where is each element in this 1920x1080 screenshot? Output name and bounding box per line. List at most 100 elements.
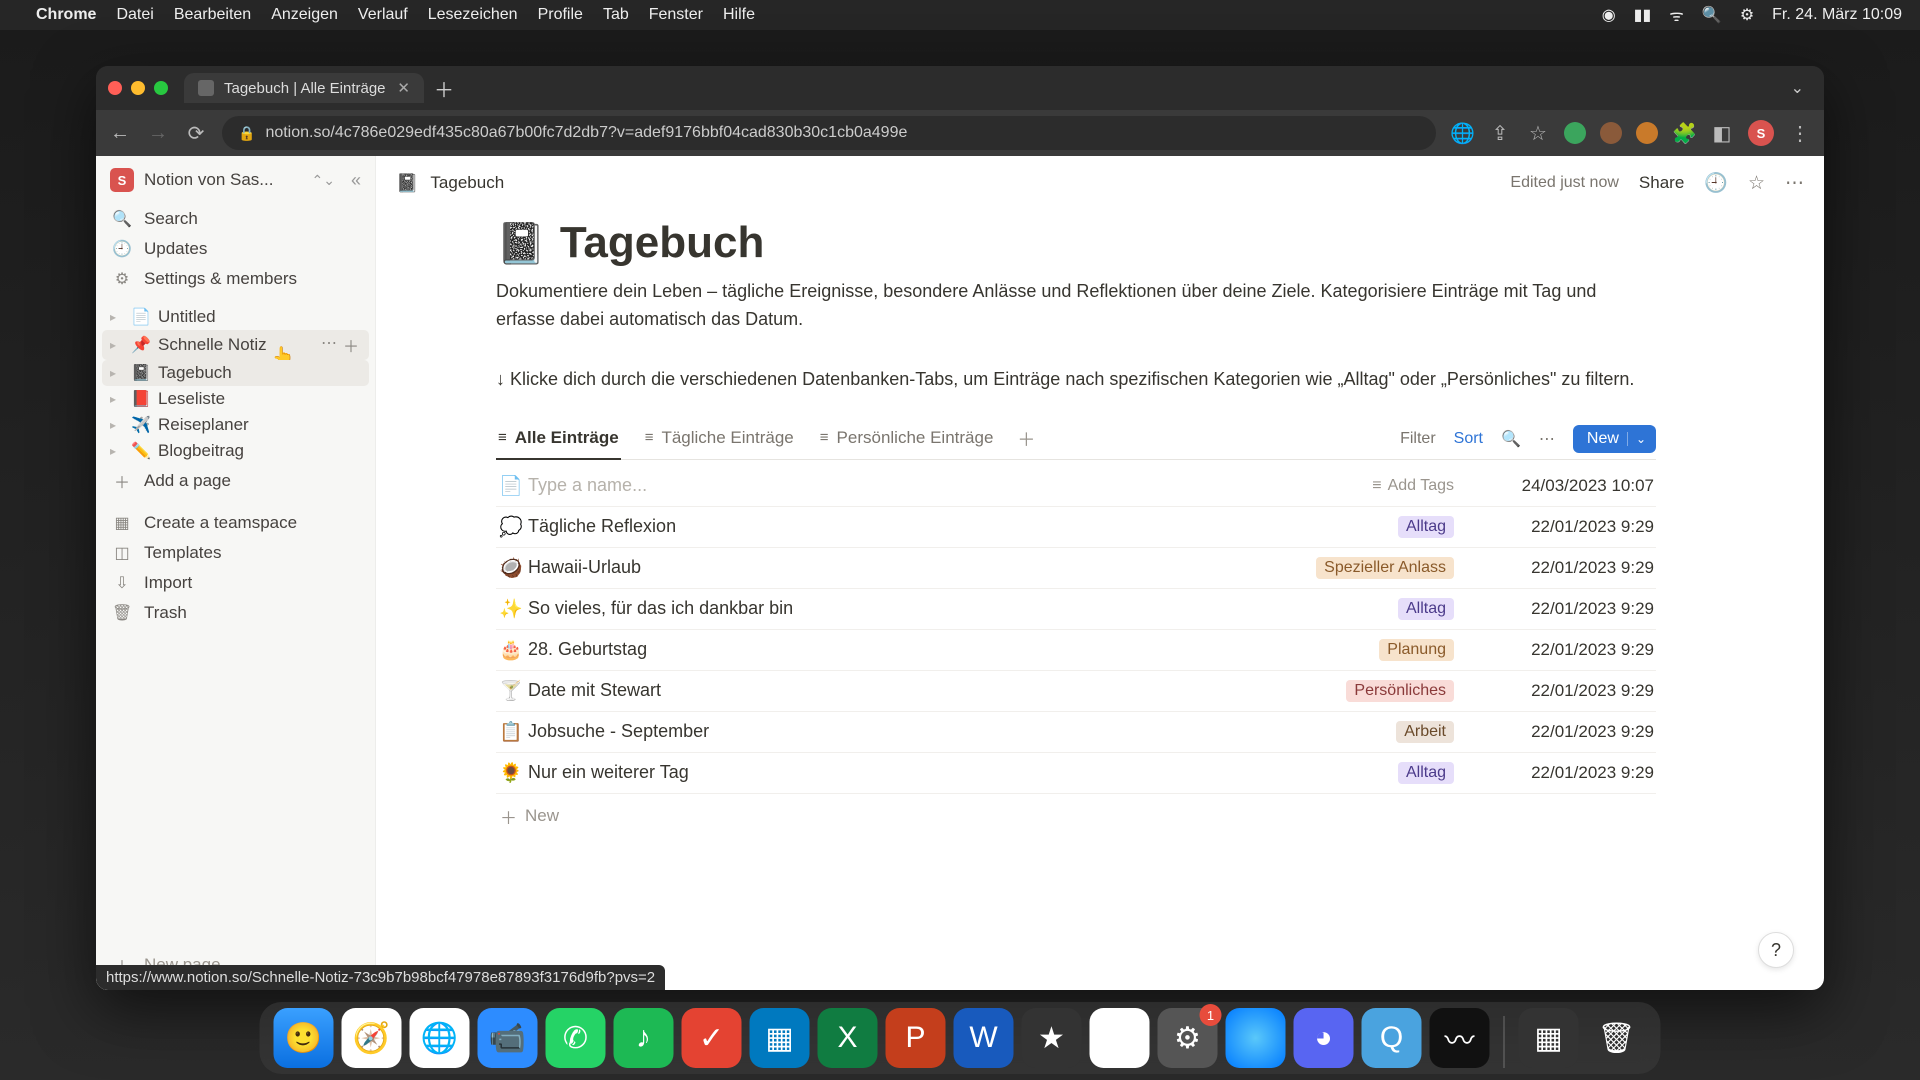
chrome-menu-icon[interactable]: ⋮: [1788, 121, 1812, 146]
more-icon[interactable]: ⋯: [321, 333, 337, 357]
extension-2-icon[interactable]: [1600, 122, 1622, 144]
dock-drive[interactable]: △: [1090, 1008, 1150, 1068]
clock-icon[interactable]: 🕘: [1704, 171, 1728, 195]
database-view-tab[interactable]: ≡Tägliche Einträge: [643, 420, 796, 460]
new-tab-button[interactable]: ＋: [434, 74, 454, 103]
sidebar-import[interactable]: ⇩Import: [96, 568, 375, 598]
forward-button[interactable]: →: [146, 122, 170, 145]
menubar-app[interactable]: Chrome: [36, 6, 96, 24]
dock-excel[interactable]: X: [818, 1008, 878, 1068]
tab-overflow-icon[interactable]: ⌄: [1791, 78, 1812, 98]
dock-trash[interactable]: 🗑: [1587, 1008, 1647, 1068]
dock-finder[interactable]: 🙂: [274, 1008, 334, 1068]
address-bar[interactable]: 🔒 notion.so/4c786e029edf435c80a67b00fc7d…: [222, 116, 1436, 150]
new-row-button[interactable]: ＋ New: [496, 794, 1656, 839]
more-db-icon[interactable]: ⋯: [1539, 429, 1555, 449]
add-tags-button[interactable]: ≡Add Tags: [1372, 477, 1454, 495]
dock-app-1[interactable]: [1226, 1008, 1286, 1068]
menu-lesezeichen[interactable]: Lesezeichen: [428, 6, 518, 24]
dock-imovie[interactable]: ★: [1022, 1008, 1082, 1068]
menu-verlauf[interactable]: Verlauf: [358, 6, 408, 24]
table-row[interactable]: 🍸 Date mit Stewart Persönliches 22/01/20…: [496, 671, 1656, 712]
filter-button[interactable]: Filter: [1400, 430, 1436, 448]
table-row[interactable]: 📋 Jobsuche - September Arbeit 22/01/2023…: [496, 712, 1656, 753]
tab-close-icon[interactable]: ✕: [397, 79, 410, 97]
minimize-window-button[interactable]: [131, 81, 145, 95]
dock-settings[interactable]: ⚙1: [1158, 1008, 1218, 1068]
collapse-sidebar-icon[interactable]: «: [351, 170, 361, 191]
profile-avatar[interactable]: S: [1748, 120, 1774, 146]
help-button[interactable]: ?: [1758, 932, 1794, 968]
reload-button[interactable]: ⟳: [184, 121, 208, 146]
menu-bearbeiten[interactable]: Bearbeiten: [174, 6, 251, 24]
menu-hilfe[interactable]: Hilfe: [723, 6, 755, 24]
sidebar-page-item[interactable]: ▸ 📌 Schnelle Notiz ⋯＋👆: [102, 330, 369, 360]
browser-tab[interactable]: Tagebuch | Alle Einträge ✕: [184, 73, 424, 103]
battery-icon[interactable]: ▮▮: [1634, 5, 1652, 25]
menubar-clock[interactable]: Fr. 24. März 10:09: [1772, 6, 1902, 24]
dock-todoist[interactable]: ✓: [682, 1008, 742, 1068]
share-button[interactable]: Share: [1639, 173, 1684, 193]
database-view-tab[interactable]: ≡Alle Einträge: [496, 420, 621, 460]
star-icon[interactable]: ☆: [1748, 172, 1765, 195]
menu-datei[interactable]: Datei: [116, 6, 153, 24]
chevron-right-icon[interactable]: ▸: [110, 392, 124, 406]
sidebar-page-item[interactable]: ▸ ✏️ Blogbeitrag ⋯＋: [102, 438, 369, 464]
more-icon[interactable]: ⋯: [1785, 172, 1804, 195]
breadcrumb[interactable]: Tagebuch: [430, 173, 504, 193]
sort-button[interactable]: Sort: [1454, 430, 1483, 448]
extension-1-icon[interactable]: [1564, 122, 1586, 144]
row-title[interactable]: Jobsuche - September: [524, 721, 1284, 742]
tag-badge[interactable]: Alltag: [1398, 598, 1454, 620]
table-row[interactable]: ✨ So vieles, für das ich dankbar bin All…: [496, 589, 1656, 630]
menu-anzeigen[interactable]: Anzeigen: [271, 6, 338, 24]
sidebar-trash[interactable]: 🗑Trash: [96, 598, 375, 628]
share-icon[interactable]: ⇪: [1488, 121, 1512, 146]
chevron-down-icon[interactable]: ⌄: [1627, 432, 1646, 446]
row-title[interactable]: Date mit Stewart: [524, 680, 1284, 701]
menu-profile[interactable]: Profile: [538, 6, 583, 24]
dock-zoom[interactable]: 📹: [478, 1008, 538, 1068]
row-title[interactable]: Hawaii-Urlaub: [524, 557, 1284, 578]
dock-word[interactable]: W: [954, 1008, 1014, 1068]
tag-badge[interactable]: Alltag: [1398, 516, 1454, 538]
menu-fenster[interactable]: Fenster: [649, 6, 703, 24]
row-title[interactable]: So vieles, für das ich dankbar bin: [524, 598, 1284, 619]
chevron-right-icon[interactable]: ▸: [110, 366, 124, 380]
translate-icon[interactable]: 🌐: [1450, 121, 1474, 146]
close-window-button[interactable]: [108, 81, 122, 95]
dock-discord[interactable]: ◕: [1294, 1008, 1354, 1068]
dock-whatsapp[interactable]: ✆: [546, 1008, 606, 1068]
wifi-icon[interactable]: ᯤ: [1669, 4, 1684, 26]
sidebar-templates[interactable]: ◫Templates: [96, 538, 375, 568]
page-description-1[interactable]: Dokumentiere dein Leben – tägliche Ereig…: [496, 278, 1656, 334]
tag-badge[interactable]: Arbeit: [1396, 721, 1454, 743]
chevron-right-icon[interactable]: ▸: [110, 444, 124, 458]
new-entry-button[interactable]: New ⌄: [1573, 425, 1656, 453]
dock-chrome[interactable]: 🌐: [410, 1008, 470, 1068]
tag-badge[interactable]: Planung: [1379, 639, 1454, 661]
sidebar-page-item[interactable]: ▸ 📕 Leseliste ⋯＋: [102, 386, 369, 412]
chevron-right-icon[interactable]: ▸: [110, 338, 124, 352]
screenrecord-icon[interactable]: ◉: [1602, 5, 1616, 25]
database-view-tab[interactable]: ≡Persönliche Einträge: [818, 420, 996, 460]
dock-spotify[interactable]: ♪: [614, 1008, 674, 1068]
page-description-2[interactable]: ↓ Klicke dich durch die verschiedenen Da…: [496, 366, 1656, 394]
tag-badge[interactable]: Persönliches: [1346, 680, 1454, 702]
sidebar-add-page[interactable]: ＋Add a page: [96, 464, 375, 498]
sidebar-page-item[interactable]: ▸ 📓 Tagebuch ⋯＋: [102, 360, 369, 386]
dock-voice[interactable]: 〰: [1430, 1008, 1490, 1068]
sidepanel-icon[interactable]: ◧: [1710, 121, 1734, 146]
page-title[interactable]: Tagebuch: [560, 218, 765, 268]
control-center-icon[interactable]: ⚙: [1740, 5, 1754, 25]
search-db-icon[interactable]: 🔍: [1501, 429, 1521, 449]
dock-quicktime[interactable]: Q: [1362, 1008, 1422, 1068]
bookmark-icon[interactable]: ☆: [1526, 121, 1550, 146]
table-row[interactable]: 🎂 28. Geburtstag Planung 22/01/2023 9:29: [496, 630, 1656, 671]
table-row[interactable]: 💭 Tägliche Reflexion Alltag 22/01/2023 9…: [496, 507, 1656, 548]
table-row[interactable]: 🌻 Nur ein weiterer Tag Alltag 22/01/2023…: [496, 753, 1656, 794]
chevron-right-icon[interactable]: ▸: [110, 418, 124, 432]
sidebar-page-item[interactable]: ▸ 📄 Untitled ⋯＋: [102, 304, 369, 330]
extensions-icon[interactable]: 🧩: [1672, 121, 1696, 146]
page-emoji[interactable]: 📓: [496, 220, 546, 267]
